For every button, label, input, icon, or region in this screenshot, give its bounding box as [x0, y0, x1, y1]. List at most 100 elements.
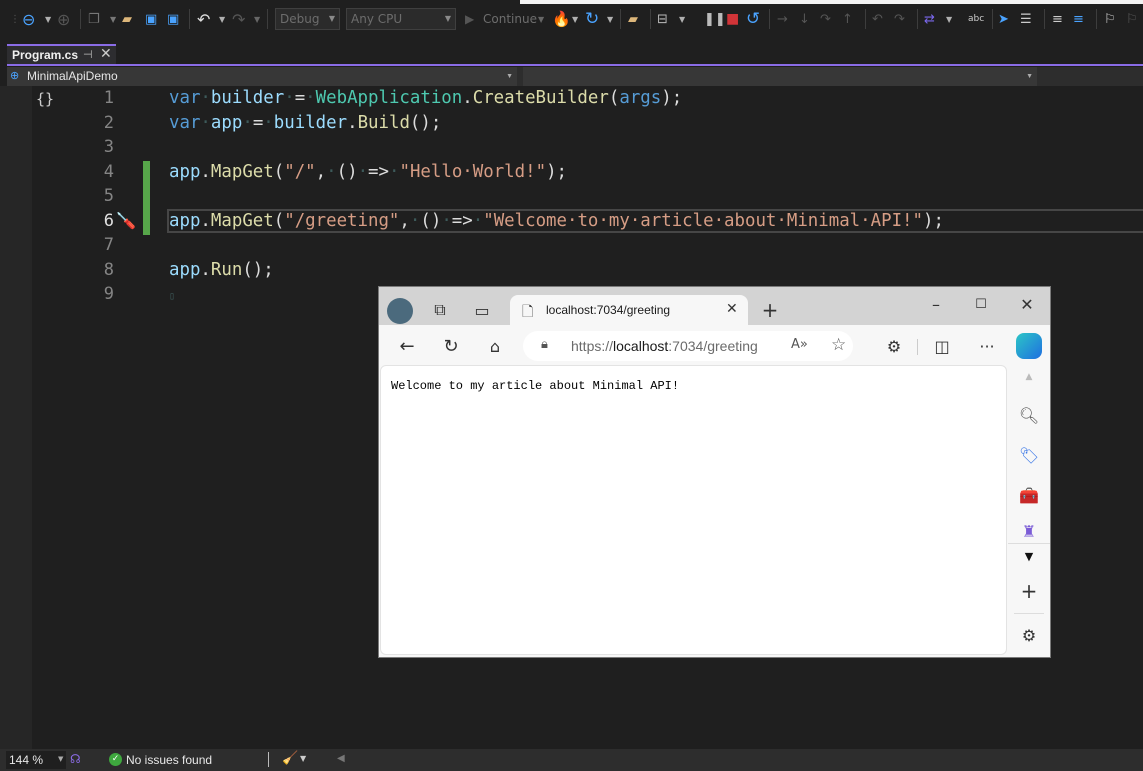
code-line[interactable]: app.MapGet("/",·()·=>·"Hello·World!"); [169, 162, 567, 182]
unindent-icon[interactable]: ≡ [1073, 10, 1084, 28]
back-step-icon[interactable]: ↶ [872, 10, 883, 28]
browser-tab-close-icon[interactable]: ✕ [726, 301, 738, 317]
new-tab-icon[interactable]: + [759, 298, 781, 322]
stop-icon[interactable]: ■ [726, 10, 739, 28]
zoom-combo[interactable]: 144 % ▼ [6, 751, 66, 769]
address-bar[interactable]: 🔒︎ https://localhost:7034/greeting A» ☆ [523, 331, 853, 361]
member-combo[interactable]: ▼ [523, 67, 1037, 86]
pin-icon[interactable]: ⊣ [83, 48, 93, 61]
select-icon[interactable]: ➤ [998, 10, 1009, 28]
live-share-icon[interactable]: ⇄ [924, 10, 935, 28]
split-screen-icon[interactable]: ◫ [930, 334, 954, 358]
toolbar-grip[interactable]: ⋮ [10, 10, 20, 28]
forward-icon[interactable]: ⊕ [57, 10, 70, 29]
browser-window-icon[interactable]: ⊟ [657, 10, 668, 28]
favorite-star-icon[interactable]: ☆ [831, 335, 846, 355]
tab-program-cs[interactable]: Program.cs ⊣ ✕ [7, 44, 116, 65]
browse-folder-icon[interactable]: ▰ [628, 10, 638, 28]
code-line[interactable]: var·builder·=·WebApplication.CreateBuild… [169, 88, 682, 108]
step-out-icon[interactable]: ↑ [842, 10, 853, 28]
search-icon[interactable]: 🔍︎ [1008, 403, 1050, 427]
restart-dropdown-icon[interactable]: ▼ [607, 10, 613, 28]
code-token: . [200, 161, 211, 182]
window-close-icon[interactable]: ✕ [1016, 293, 1038, 315]
sidebar-scroll-down-icon[interactable]: ▼ [1008, 547, 1050, 565]
issues-status[interactable]: No issues found [126, 753, 212, 767]
minimize-icon[interactable]: – [925, 293, 947, 315]
workspaces-icon[interactable]: ⧉ [429, 299, 451, 321]
read-aloud-icon[interactable]: A» [791, 337, 808, 352]
scope-icon[interactable]: {} [36, 90, 54, 108]
cleanup-dropdown-icon[interactable]: ▼ [300, 754, 306, 763]
save-all-icon[interactable]: ▣ [167, 10, 179, 28]
browser-window: ⧉ ▭ 🗋 localhost:7034/greeting ✕ + – ☐ ✕ … [378, 286, 1051, 658]
profile-avatar[interactable] [387, 298, 413, 324]
save-icon[interactable]: ▣ [145, 10, 157, 28]
code-token: builder [210, 88, 285, 108]
new-project-icon[interactable]: ❐ [88, 10, 100, 28]
continue-icon[interactable]: ▶ [465, 10, 474, 28]
live-share-dropdown-icon[interactable]: ▼ [946, 10, 952, 28]
tools-icon[interactable]: 🧰 [1008, 483, 1050, 507]
continue-dropdown-icon[interactable]: ▼ [538, 10, 544, 28]
spell-check-icon[interactable]: abc [968, 10, 984, 28]
code-line[interactable]: var·app·=·builder.Build(); [169, 113, 441, 133]
browser-dropdown-icon[interactable]: ▼ [679, 10, 685, 28]
page-text: Welcome to my article about Minimal API! [391, 379, 680, 393]
maximize-icon[interactable]: ☐ [970, 293, 992, 315]
restart-icon[interactable]: ↻ [585, 9, 599, 29]
config-combo[interactable]: Debug ▼ [275, 8, 340, 30]
step-over-icon[interactable]: ↷ [820, 10, 831, 28]
undo-icon[interactable]: ↶ [197, 10, 210, 29]
back-icon[interactable]: ⊖ [22, 10, 35, 29]
continue-button[interactable]: Continue [483, 10, 537, 28]
back-dropdown-icon[interactable]: ▼ [45, 10, 51, 28]
open-folder-icon[interactable]: ▰ [122, 10, 132, 28]
lock-icon[interactable]: 🔒︎ [541, 337, 548, 352]
redo-dropdown-icon[interactable]: ▼ [254, 10, 260, 28]
home-icon[interactable]: ⌂ [483, 334, 507, 358]
copilot-status-icon[interactable]: ☊ [70, 752, 81, 766]
new-dropdown-icon[interactable]: ▼ [110, 10, 116, 28]
show-next-statement-icon[interactable]: → [777, 10, 788, 28]
code-token: (); [242, 259, 274, 280]
close-icon[interactable]: ✕ [100, 46, 112, 62]
bookmark-prev-icon[interactable]: ⚐ [1126, 10, 1138, 28]
code-token: builder [273, 112, 348, 133]
games-icon[interactable]: ♜ [1008, 521, 1050, 541]
undo-dropdown-icon[interactable]: ▼ [219, 10, 225, 28]
toggle-icon[interactable]: ☰ [1020, 10, 1032, 28]
tab-actions-icon[interactable]: ▭ [471, 299, 493, 321]
quick-actions-screwdriver-icon[interactable]: 🪛 [116, 211, 136, 230]
platform-combo[interactable]: Any CPU ▼ [346, 8, 456, 30]
code-cleanup-icon[interactable]: 🧹 [282, 751, 298, 766]
hot-reload-dropdown-icon[interactable]: ▼ [572, 10, 578, 28]
code-token: · [326, 161, 337, 182]
hot-reload-icon[interactable]: 🔥 [552, 10, 571, 28]
project-combo[interactable]: ⊕ MinimalApiDemo ▼ [7, 67, 517, 86]
back-icon[interactable]: ← [395, 334, 419, 358]
redo-icon[interactable]: ↷ [232, 10, 245, 29]
shopping-tag-icon[interactable]: 🏷 [1008, 443, 1050, 467]
code-line[interactable]: ▯ [169, 284, 175, 304]
line-number: 7 [103, 235, 114, 255]
restart-debug-icon[interactable]: ↺ [746, 9, 760, 29]
settings-gear-icon[interactable]: ⚙ [1008, 623, 1050, 647]
code-line[interactable]: app.Run(); [169, 260, 274, 280]
copilot-icon[interactable] [1016, 333, 1042, 359]
navigation-bar: ⊕ MinimalApiDemo ▼ ▼ [7, 67, 1143, 86]
scroll-left-icon[interactable]: ◀ [337, 753, 345, 764]
code-token: () [420, 210, 442, 231]
step-into-icon[interactable]: ↓ [799, 10, 810, 28]
forward-step-icon[interactable]: ↷ [894, 10, 905, 28]
bookmark-icon[interactable]: ⚐ [1104, 10, 1116, 28]
pause-icon[interactable]: ❚❚ [704, 10, 726, 28]
sidebar-scroll-up-icon[interactable]: ▲ [1008, 369, 1050, 385]
add-sidebar-icon[interactable]: + [1008, 579, 1050, 603]
indent-icon[interactable]: ≡ [1052, 10, 1063, 28]
refresh-icon[interactable]: ↻ [439, 334, 463, 358]
more-menu-icon[interactable]: ··· [975, 334, 999, 358]
code-line[interactable]: app.MapGet("/greeting",·()·=>·"Welcome·t… [169, 211, 944, 231]
extensions-icon[interactable]: ⚙ [882, 334, 906, 358]
browser-tab[interactable]: 🗋 localhost:7034/greeting ✕ [510, 295, 748, 327]
